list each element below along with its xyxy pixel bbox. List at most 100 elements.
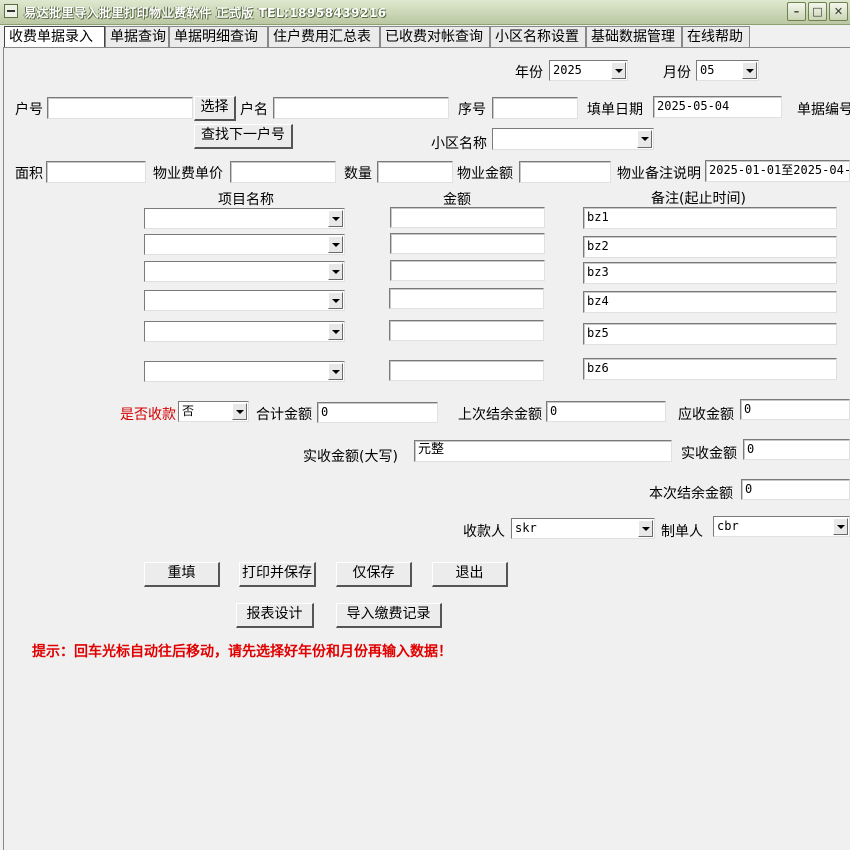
chevron-down-icon[interactable] [833,518,848,535]
month-label: 月份 [663,65,691,81]
panel-top-border [3,47,850,48]
tab-paid-reconciliation[interactable]: 已收费对帐查询 [380,26,490,47]
fill-date-input[interactable]: 2025-05-04 [653,96,782,118]
chevron-down-icon[interactable] [637,130,652,148]
total-amount-input[interactable]: 0 [317,402,438,423]
unit-price-input[interactable] [230,161,336,183]
last-balance-label: 上次结余金额 [458,407,542,423]
item-name-select-6[interactable] [144,361,345,382]
chevron-down-icon[interactable] [328,323,343,340]
close-button[interactable]: ✕ [829,2,848,21]
household-no-input[interactable] [47,97,193,119]
tab-bill-detail-query[interactable]: 单据明细查询 [169,26,268,47]
item-name-select-3[interactable] [144,261,345,282]
is-paid-value: 否 [182,404,195,418]
tab-household-summary[interactable]: 住户费用汇总表 [268,26,380,47]
year-select[interactable]: 2025 [549,60,628,81]
community-label: 小区名称 [431,136,487,152]
import-payment-records-button[interactable]: 导入缴费记录 [336,603,442,628]
maker-label: 制单人 [661,524,703,540]
unit-price-label: 物业费单价 [153,166,223,182]
receivable-input[interactable]: 0 [740,399,850,420]
bill-no-label: 单据编号 [797,102,850,118]
item-note-column-header: 备注(起止时间) [651,191,746,207]
item-name-select-4[interactable] [144,290,345,311]
tab-bill-query[interactable]: 单据查询 [105,26,169,47]
item-note-input-5[interactable]: bz5 [583,323,837,345]
item-amount-input-1[interactable] [390,207,545,228]
item-name-select-1[interactable] [144,208,345,229]
household-name-input[interactable] [273,97,449,119]
item-name-select-2[interactable] [144,234,345,255]
item-amount-input-6[interactable] [389,360,544,381]
item-amount-column-header: 金额 [443,192,471,208]
exit-button[interactable]: 退出 [432,562,508,587]
seq-input[interactable] [492,97,578,119]
system-menu-icon[interactable] [4,4,18,18]
chevron-down-icon[interactable] [232,403,247,420]
year-label: 年份 [515,65,543,81]
item-note-input-4[interactable]: bz4 [583,291,837,313]
item-name-select-5[interactable] [144,321,345,342]
tab-bill-entry[interactable]: 收费单据录入 [4,26,105,48]
chevron-down-icon[interactable] [328,292,343,309]
community-select[interactable] [492,128,654,150]
area-input[interactable] [46,161,146,183]
maker-value: cbr [717,519,739,533]
last-balance-input[interactable]: 0 [546,401,666,422]
household-no-label: 户号 [15,102,43,118]
print-and-save-button[interactable]: 打印并保存 [239,562,316,587]
quantity-label: 数量 [344,166,372,182]
window-title: 易达批里导入批里打印物业费软件 正式版 TEL:18958439216 [24,6,387,20]
payee-value: skr [515,521,537,535]
household-name-label: 户名 [240,102,268,118]
property-amount-input[interactable] [519,161,611,183]
tab-online-help[interactable]: 在线帮助 [682,26,750,47]
report-design-button[interactable]: 报表设计 [236,603,314,628]
chevron-down-icon[interactable] [611,62,626,79]
total-amount-label: 合计金额 [256,407,312,423]
item-amount-input-3[interactable] [390,260,545,281]
chevron-down-icon[interactable] [328,236,343,253]
hint-text: 提示：回车光标自动往后移动，请先选择好年份和月份再输入数据！ [32,644,452,660]
fill-date-label: 填单日期 [587,102,643,118]
chevron-down-icon[interactable] [742,62,757,79]
actual-amount-input[interactable]: 0 [743,439,850,460]
maximize-button[interactable]: □ [808,2,827,21]
item-amount-input-5[interactable] [389,320,544,341]
chevron-down-icon[interactable] [328,263,343,280]
item-amount-input-4[interactable] [389,288,544,309]
title-bar: 易达批里导入批里打印物业费软件 正式版 TEL:18958439216 – □ … [0,0,850,25]
tab-community-settings[interactable]: 小区名称设置 [490,26,586,47]
actual-amount-upper-label: 实收金额(大写) [303,449,398,465]
payee-select[interactable]: skr [511,518,655,539]
property-note-label: 物业备注说明 [617,166,701,182]
year-value: 2025 [553,63,582,77]
chevron-down-icon[interactable] [328,363,343,380]
item-note-input-3[interactable]: bz3 [583,262,837,284]
item-amount-input-2[interactable] [390,233,545,254]
maker-select[interactable]: cbr [713,516,850,537]
chevron-down-icon[interactable] [638,520,653,537]
item-note-input-6[interactable]: bz6 [583,358,837,380]
actual-amount-upper-input[interactable]: 元整 [414,440,672,462]
tab-base-data[interactable]: 基础数据管理 [586,26,682,47]
is-paid-select[interactable]: 否 [178,401,249,422]
is-paid-label: 是否收款 [120,407,176,423]
month-value: 05 [700,63,715,77]
reset-button[interactable]: 重填 [144,562,220,587]
seq-label: 序号 [458,102,486,118]
select-household-button[interactable]: 选择 [194,96,236,121]
find-next-household-button[interactable]: 查找下一户号 [194,124,293,149]
save-only-button[interactable]: 仅保存 [336,562,412,587]
payee-label: 收款人 [463,524,505,540]
item-note-input-1[interactable]: bz1 [583,207,837,229]
chevron-down-icon[interactable] [328,210,343,227]
property-amount-label: 物业金额 [457,166,513,182]
quantity-input[interactable] [377,161,453,183]
item-note-input-2[interactable]: bz2 [583,236,837,258]
property-note-input[interactable]: 2025-01-01至2025-04-30 [705,160,850,182]
month-select[interactable]: 05 [696,60,759,81]
this-balance-input[interactable]: 0 [741,479,850,500]
minimize-button[interactable]: – [787,2,806,21]
